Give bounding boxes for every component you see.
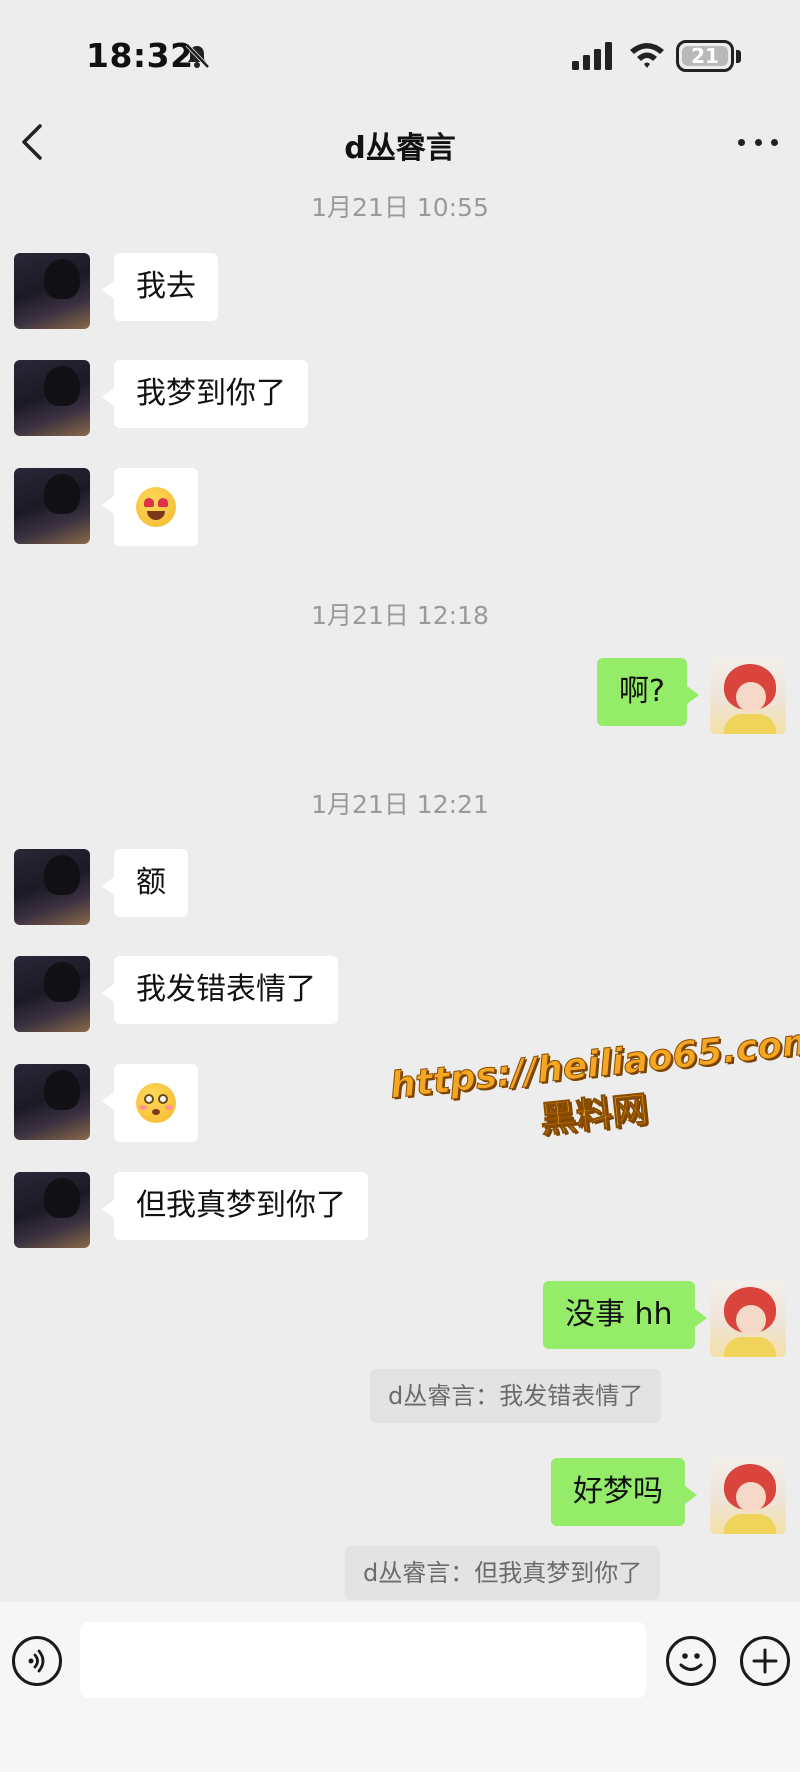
flushed-emoji-icon xyxy=(136,1083,176,1123)
plus-icon[interactable] xyxy=(740,1636,790,1686)
message-input[interactable] xyxy=(80,1622,646,1698)
message-bubble-incoming[interactable] xyxy=(102,1064,198,1142)
quoted-reply[interactable]: d丛睿言：但我真梦到你了 xyxy=(345,1546,661,1600)
wifi-icon xyxy=(630,43,664,68)
watermark: https://heiliao65.com 黑料网 xyxy=(387,1020,800,1158)
status-time: 18:32 xyxy=(86,36,194,75)
avatar-contact[interactable] xyxy=(14,849,90,925)
battery-cap xyxy=(736,50,741,63)
message-bubble-incoming[interactable] xyxy=(102,468,198,546)
battery-icon: 21 xyxy=(676,40,734,72)
timestamp: 1月21日 12:18 xyxy=(311,601,489,630)
message-bubble-incoming[interactable]: 我梦到你了 xyxy=(102,360,308,428)
avatar-self[interactable] xyxy=(710,658,786,734)
message-bubble-outgoing[interactable]: 没事 hh xyxy=(543,1281,707,1349)
message-bubble-incoming[interactable]: 额 xyxy=(102,849,188,917)
timestamp: 1月21日 10:55 xyxy=(311,193,489,222)
message-bubble-outgoing[interactable]: 好梦吗 xyxy=(551,1458,697,1526)
more-dots-icon[interactable] xyxy=(738,128,778,156)
message-bubble-incoming[interactable]: 我发错表情了 xyxy=(102,956,338,1024)
avatar-contact[interactable] xyxy=(14,360,90,436)
avatar-contact[interactable] xyxy=(14,956,90,1032)
message-bubble-incoming[interactable]: 但我真梦到你了 xyxy=(102,1172,368,1240)
chat-title: d丛睿言 xyxy=(344,131,456,166)
message-bubble-incoming[interactable]: 我去 xyxy=(102,253,218,321)
avatar-self[interactable] xyxy=(710,1281,786,1357)
avatar-contact[interactable] xyxy=(14,1064,90,1140)
message-bubble-outgoing[interactable]: 啊? xyxy=(597,658,699,726)
timestamp: 1月21日 12:21 xyxy=(311,790,489,819)
avatar-contact[interactable] xyxy=(14,468,90,544)
quoted-reply[interactable]: d丛睿言：我发错表情了 xyxy=(370,1369,662,1423)
battery-level: 21 xyxy=(682,44,728,68)
signal-icon xyxy=(572,42,612,70)
bell-muted-icon xyxy=(185,43,210,69)
heart-eyes-emoji-icon xyxy=(136,487,176,527)
avatar-self[interactable] xyxy=(710,1458,786,1534)
avatar-contact[interactable] xyxy=(14,253,90,329)
avatar-contact[interactable] xyxy=(14,1172,90,1248)
smiley-icon[interactable] xyxy=(666,1636,716,1686)
voice-icon[interactable] xyxy=(12,1636,62,1686)
